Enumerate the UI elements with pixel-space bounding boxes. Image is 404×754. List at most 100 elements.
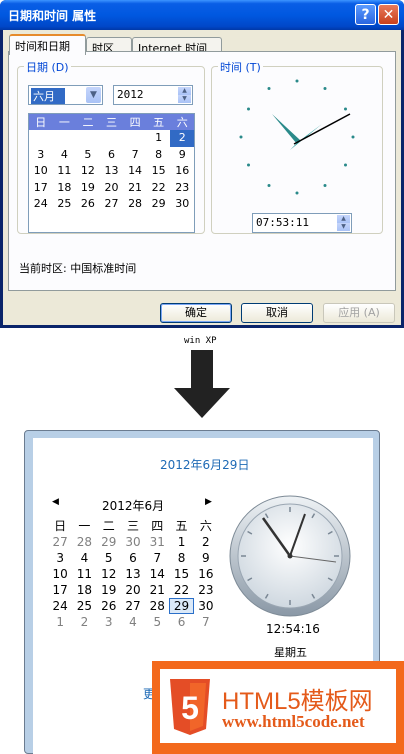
calendar-day[interactable]: 8: [169, 550, 193, 566]
calendar-day[interactable]: 1: [48, 614, 72, 630]
calendar-day[interactable]: 1: [169, 534, 193, 550]
calendar-day[interactable]: 7: [145, 550, 169, 566]
calendar-day[interactable]: 6: [169, 614, 193, 630]
prev-month-icon[interactable]: ◀: [52, 497, 59, 507]
calendar-day[interactable]: 25: [72, 598, 96, 614]
calendar-day[interactable]: 28: [72, 534, 96, 550]
calendar-day[interactable]: 21: [123, 180, 147, 197]
clock-hour-dot: [343, 107, 347, 111]
calendar-day[interactable]: 22: [169, 582, 193, 598]
xp-titlebar[interactable]: 日期和时间 属性 ? ✕: [0, 0, 404, 30]
calendar-day[interactable]: 2: [170, 130, 194, 147]
ok-button[interactable]: 确定: [160, 303, 232, 323]
calendar-day[interactable]: 4: [72, 550, 96, 566]
calendar-day[interactable]: 26: [76, 196, 100, 213]
calendar-day[interactable]: 4: [53, 147, 77, 164]
calendar-day[interactable]: 13: [100, 163, 124, 180]
apply-button[interactable]: 应用 (A): [323, 303, 395, 323]
calendar-day[interactable]: 20: [121, 582, 145, 598]
clock-hour-dot: [247, 163, 251, 167]
calendar-day[interactable]: 16: [170, 163, 194, 180]
calendar-day[interactable]: 15: [169, 566, 193, 582]
time-spinner[interactable]: 07:53:11 ▲ ▼: [252, 213, 352, 233]
calendar-day[interactable]: 24: [48, 598, 72, 614]
calendar-day[interactable]: 21: [145, 582, 169, 598]
next-month-icon[interactable]: ▶: [205, 497, 212, 507]
calendar-day[interactable]: 11: [53, 163, 77, 180]
chevron-down-icon[interactable]: ▼: [86, 87, 101, 103]
calendar-day[interactable]: 1: [147, 130, 171, 147]
calendar-day[interactable]: 17: [48, 582, 72, 598]
xp-month-calendar: 日一二三四五六 1 2 3 4 5 6 7 8 9 10 11 12 13 14 15 16 17 18 19 20 2…: [28, 113, 195, 233]
spin-down-icon[interactable]: ▼: [178, 95, 191, 103]
clock-hour-dot: [267, 87, 271, 91]
calendar-day[interactable]: 23: [170, 180, 194, 197]
cancel-button[interactable]: 取消: [241, 303, 313, 323]
calendar-day[interactable]: 2: [72, 614, 96, 630]
calendar-day[interactable]: 6: [100, 147, 124, 164]
calendar-day[interactable]: 27: [48, 534, 72, 550]
calendar-day[interactable]: 12: [76, 163, 100, 180]
calendar-day[interactable]: 12: [97, 566, 121, 582]
calendar-day[interactable]: 9: [194, 550, 218, 566]
calendar-day[interactable]: 27: [121, 598, 145, 614]
calendar-day[interactable]: 17: [29, 180, 53, 197]
month-year-header[interactable]: 2012年6月: [102, 497, 164, 514]
close-button[interactable]: ✕: [378, 4, 399, 25]
calendar-day[interactable]: 7: [123, 147, 147, 164]
year-spinner[interactable]: 2012 ▲ ▼: [113, 85, 193, 105]
calendar-day[interactable]: 3: [48, 550, 72, 566]
calendar-day[interactable]: 5: [76, 147, 100, 164]
tab-date-time[interactable]: 时间和日期: [9, 34, 86, 55]
clock-hour-dot: [295, 79, 299, 83]
calendar-day[interactable]: 2: [194, 534, 218, 550]
calendar-day[interactable]: 10: [48, 566, 72, 582]
spin-down-icon[interactable]: ▼: [337, 223, 350, 231]
calendar-day[interactable]: 22: [147, 180, 171, 197]
calendar-day[interactable]: 3: [29, 147, 53, 164]
calendar-day[interactable]: 29: [169, 598, 194, 614]
spin-up-icon[interactable]: ▲: [337, 215, 350, 223]
calendar-day[interactable]: 28: [123, 196, 147, 213]
weekday-header: 一: [58, 116, 70, 129]
calendar-day[interactable]: 27: [100, 196, 124, 213]
calendar-day[interactable]: 3: [97, 614, 121, 630]
month-dropdown[interactable]: 六月 ▼: [28, 85, 103, 105]
calendar-day[interactable]: 18: [72, 582, 96, 598]
clock-hour-dot: [351, 135, 355, 139]
calendar-day[interactable]: 15: [147, 163, 171, 180]
calendar-day[interactable]: 5: [145, 614, 169, 630]
calendar-day[interactable]: 25: [53, 196, 77, 213]
spin-up-icon[interactable]: ▲: [178, 87, 191, 95]
calendar-day[interactable]: 5: [97, 550, 121, 566]
calendar-day[interactable]: 19: [76, 180, 100, 197]
calendar-day[interactable]: 7: [194, 614, 218, 630]
calendar-day[interactable]: 16: [194, 566, 218, 582]
calendar-day[interactable]: 23: [194, 582, 218, 598]
calendar-day[interactable]: 14: [123, 163, 147, 180]
calendar-day[interactable]: 26: [97, 598, 121, 614]
calendar-day[interactable]: 29: [147, 196, 171, 213]
calendar-day[interactable]: 30: [170, 196, 194, 213]
calendar-day[interactable]: 30: [194, 598, 218, 614]
calendar-day[interactable]: 6: [121, 550, 145, 566]
calendar-day[interactable]: 24: [29, 196, 53, 213]
calendar-day[interactable]: 29: [97, 534, 121, 550]
calendar-day[interactable]: 14: [145, 566, 169, 582]
weekday-header: 日: [54, 519, 67, 533]
calendar-day[interactable]: 4: [121, 614, 145, 630]
calendar-day[interactable]: 30: [121, 534, 145, 550]
calendar-day[interactable]: 8: [147, 147, 171, 164]
calendar-day[interactable]: 31: [145, 534, 169, 550]
html5-shield-icon: 5: [170, 679, 210, 735]
calendar-day[interactable]: 10: [29, 163, 53, 180]
calendar-day[interactable]: 18: [53, 180, 77, 197]
help-button[interactable]: ?: [355, 4, 376, 25]
calendar-day[interactable]: 20: [100, 180, 124, 197]
calendar-day[interactable]: 9: [170, 147, 194, 164]
calendar-day[interactable]: 13: [121, 566, 145, 582]
calendar-day[interactable]: 19: [97, 582, 121, 598]
long-date-link[interactable]: 2012年6月29日: [160, 456, 249, 473]
calendar-day[interactable]: 11: [72, 566, 96, 582]
calendar-day[interactable]: 28: [145, 598, 169, 614]
